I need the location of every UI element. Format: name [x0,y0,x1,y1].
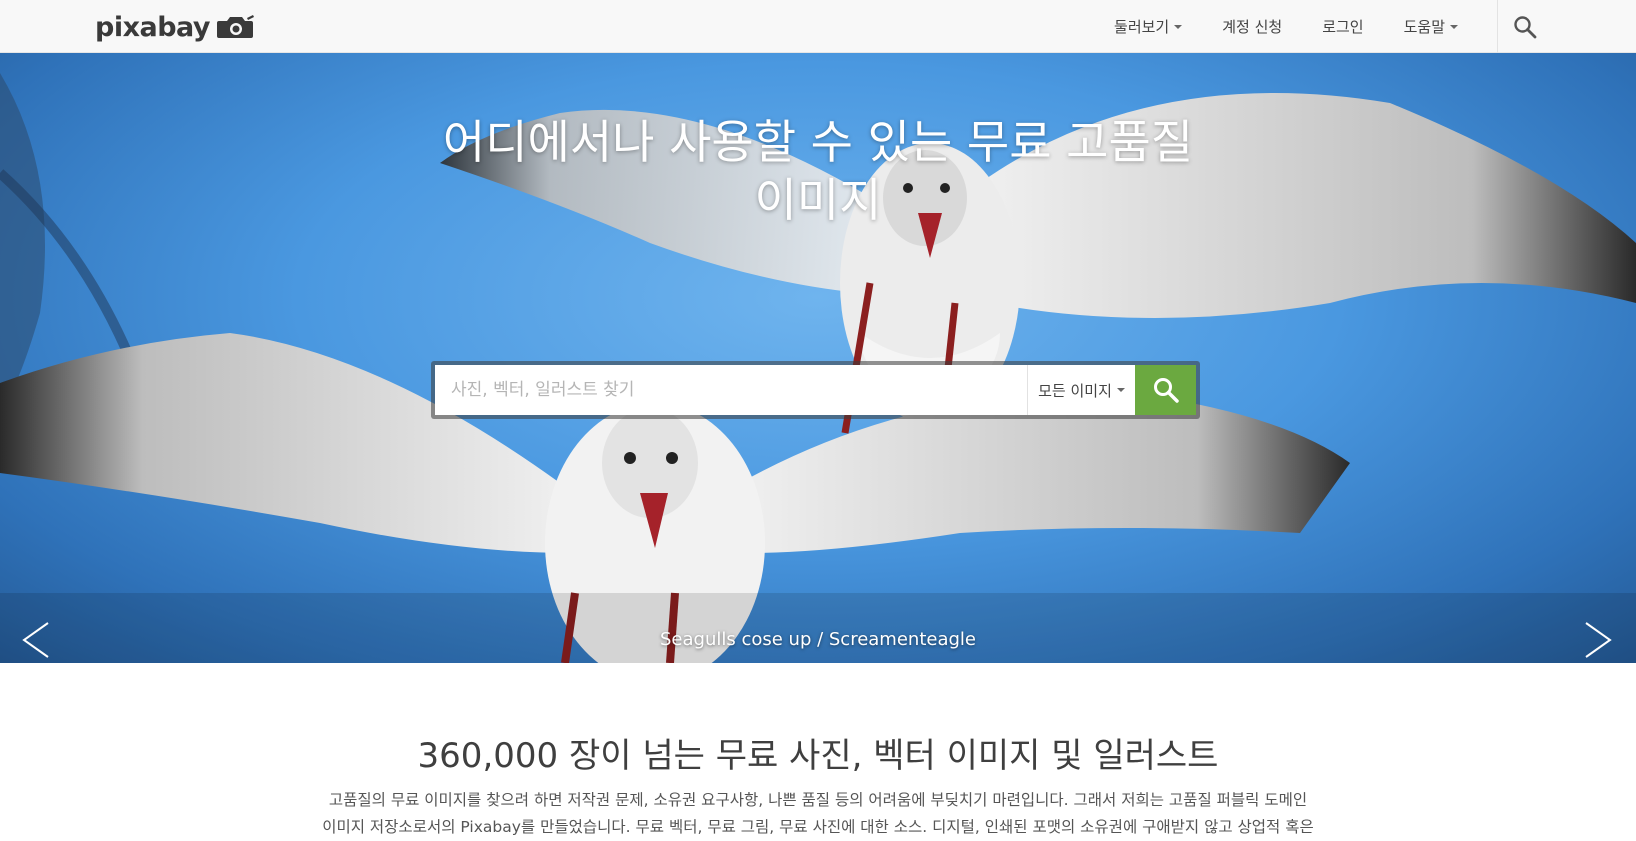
search-icon [1153,378,1179,403]
pixabay-logo[interactable]: pixabay [95,11,256,43]
nav-signup-label: 계정 신청 [1222,18,1283,36]
nav-signup-link[interactable]: 계정 신청 [1222,16,1282,37]
description-line2: 이미지 저장소로서의 Pixabay를 만들었습니다. 무료 벡터, 무료 그림… [322,818,1314,836]
caret-down-icon [1174,24,1183,29]
nav-login-link[interactable]: 로그인 [1322,16,1363,37]
nav-help-label: 도움말 [1403,18,1445,36]
hero-image-caption[interactable]: Seagulls cose up / Screamenteagle [0,629,1636,650]
nav-login-label: 로그인 [1322,18,1364,36]
nav-divider [1497,0,1498,53]
nav-explore-label: 둘러보기 [1114,18,1170,36]
image-type-dropdown[interactable]: 모든 이미지 [1027,365,1135,415]
search-icon[interactable] [1512,14,1538,40]
top-navbar: pixabay 둘러보기 계정 신청 로그인 도움말 [0,0,1636,53]
search-button[interactable] [1135,365,1196,415]
search-input[interactable] [435,365,1027,415]
logo-text: pixabay [95,11,211,43]
image-type-label: 모든 이미지 [1038,381,1112,400]
section-title: 360,000 장이 넘는 무료 사진, 벡터 이미지 및 일러스트 [417,736,1219,776]
main-nav: 둘러보기 계정 신청 로그인 도움말 [1114,0,1458,53]
nav-help-dropdown[interactable]: 도움말 [1404,16,1458,37]
hero-search-bar: 모든 이미지 [431,361,1200,419]
hero-title-line2: 이미지 [754,173,882,227]
camera-icon [217,15,255,38]
caret-down-icon [1450,24,1458,29]
description-line1: 고품질의 무료 이미지를 찾으려 하면 저작권 문제, 소유권 요구사항, 나쁜… [328,791,1308,809]
section-description: 고품질의 무료 이미지를 찾으려 하면 저작권 문제, 소유권 요구사항, 나쁜… [290,787,1346,841]
hero-banner: 어디에서나 사용할 수 있는 무료 고품질 이미지 모든 이미지 Seagull… [0,53,1636,663]
caret-down-icon [1116,388,1125,392]
hero-title: 어디에서나 사용할 수 있는 무료 고품질 이미지 [0,113,1636,229]
hero-title-line1: 어디에서나 사용할 수 있는 무료 고품질 [442,115,1194,169]
nav-explore-dropdown[interactable]: 둘러보기 [1114,16,1183,37]
